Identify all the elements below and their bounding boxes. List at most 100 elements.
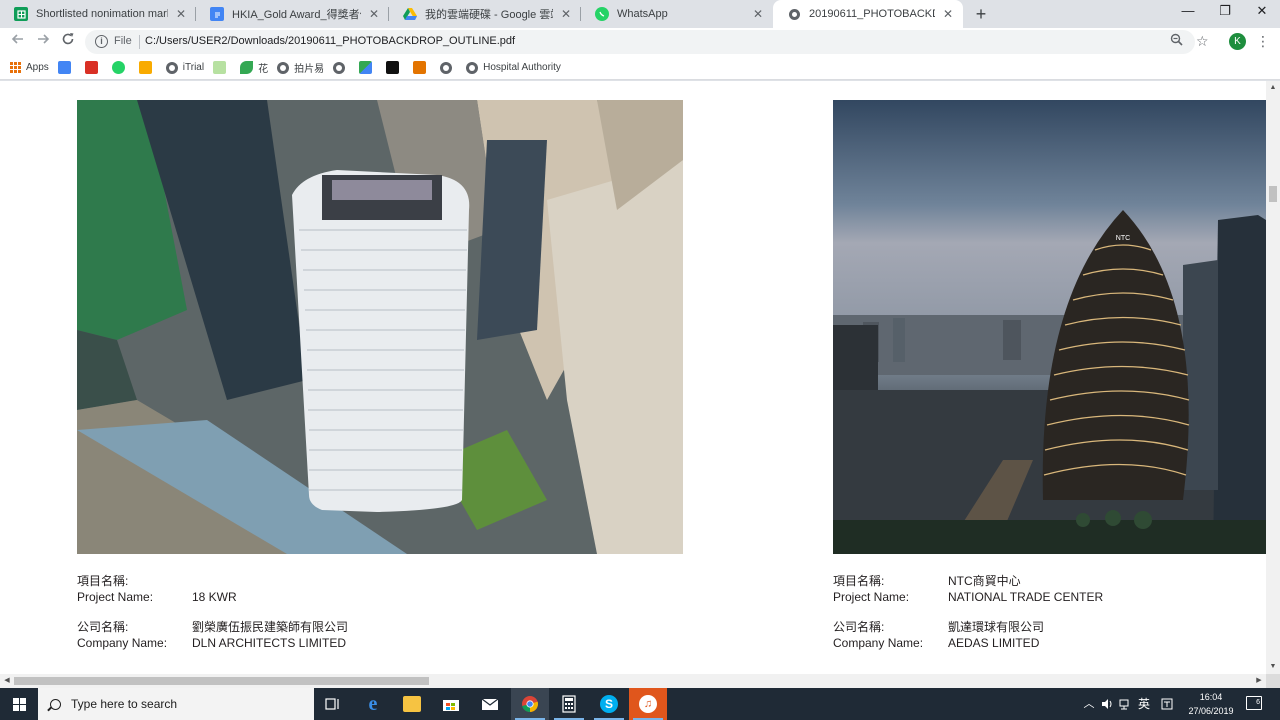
red-bookmark-icon bbox=[84, 61, 98, 74]
vertical-scroll-thumb[interactable] bbox=[1269, 186, 1277, 202]
chrome-button[interactable] bbox=[511, 688, 549, 720]
store-button[interactable] bbox=[432, 688, 470, 720]
clock-date: 27/06/2019 bbox=[1188, 706, 1234, 716]
close-tab-icon[interactable]: ✕ bbox=[941, 7, 955, 21]
windows-logo-icon bbox=[12, 697, 26, 711]
company-name-label-zh: 公司名稱: bbox=[833, 620, 885, 634]
tab-photobackdrop-pdf[interactable]: 20190611_PHOTOBACKDROP_OUTLINE ✕ bbox=[773, 0, 963, 28]
action-center-icon[interactable]: 6 bbox=[1246, 696, 1262, 710]
bookmarks-bar: Apps iTrial 花 拍片易 Hospital Authority bbox=[0, 56, 1280, 80]
tab-strip: Shortlisted nonimation marked w ✕ HKIA_G… bbox=[0, 0, 1280, 28]
pdf-viewer[interactable]: NTC 項目名稱: Project Name: 18 KWR 公司名稱: 劉榮廣… bbox=[0, 81, 1266, 674]
close-tab-icon[interactable]: ✕ bbox=[559, 7, 573, 21]
show-hidden-icons-chevron-icon[interactable]: ︿ bbox=[1080, 688, 1098, 720]
restore-button[interactable]: ❐ bbox=[1207, 0, 1243, 24]
green-dots-icon bbox=[213, 61, 227, 74]
globe-icon bbox=[333, 61, 346, 74]
arrow-right-icon bbox=[38, 34, 50, 44]
bookmark-green-dots[interactable] bbox=[213, 61, 231, 74]
reload-icon bbox=[62, 33, 74, 45]
address-bar[interactable]: i File C:/Users/USER2/Downloads/20190611… bbox=[85, 30, 1195, 54]
tab-hkia-gold-award[interactable]: HKIA_Gold Award_得獎者作品及 ✕ bbox=[196, 0, 389, 28]
notification-count: 6 bbox=[1256, 699, 1260, 706]
bookmark-globe-1[interactable] bbox=[333, 61, 350, 74]
bookmark-maps[interactable] bbox=[359, 61, 377, 74]
google-sheets-icon bbox=[14, 7, 28, 21]
volume-icon[interactable] bbox=[1098, 688, 1116, 720]
calculator-button[interactable] bbox=[550, 688, 588, 720]
profile-avatar[interactable]: K bbox=[1229, 33, 1246, 50]
bookmark-flower[interactable]: 花 bbox=[240, 60, 268, 75]
company-name-label-zh: 公司名稱: bbox=[77, 620, 129, 634]
google-drive-icon bbox=[403, 7, 417, 21]
globe-icon bbox=[165, 61, 178, 74]
reload-button[interactable] bbox=[58, 32, 78, 52]
scroll-left-arrow-icon[interactable]: ◀ bbox=[0, 674, 14, 688]
url-text[interactable]: C:/Users/USER2/Downloads/20190611_PHOTOB… bbox=[145, 35, 515, 47]
mail-button[interactable] bbox=[471, 688, 509, 720]
network-icon[interactable] bbox=[1116, 688, 1134, 720]
minimize-button[interactable]: — bbox=[1170, 0, 1206, 24]
bookmark-globe-2[interactable] bbox=[440, 61, 457, 74]
bookmark-itrial[interactable]: iTrial bbox=[165, 61, 204, 74]
bookmark-paipianyi[interactable]: 拍片易 bbox=[277, 60, 324, 75]
project-name-label-en: Project Name: bbox=[77, 590, 154, 604]
task-view-icon bbox=[325, 698, 339, 710]
building-sign-text: NTC bbox=[1116, 235, 1130, 242]
close-window-button[interactable]: ✕ bbox=[1244, 0, 1280, 24]
skype-button[interactable]: S bbox=[590, 688, 628, 720]
search-icon bbox=[50, 698, 61, 710]
close-tab-icon[interactable]: ✕ bbox=[751, 7, 765, 21]
google-maps-icon bbox=[359, 61, 373, 74]
start-button[interactable] bbox=[0, 688, 38, 720]
bookmark-hospital-authority[interactable]: Hospital Authority bbox=[466, 61, 561, 74]
tab-shortlisted[interactable]: Shortlisted nonimation marked w ✕ bbox=[0, 0, 196, 28]
tab-title: Shortlisted nonimation marked w bbox=[36, 8, 168, 20]
bookmark-whatsapp[interactable] bbox=[111, 61, 130, 74]
info-icon[interactable]: i bbox=[95, 35, 108, 48]
bookmark-oc[interactable] bbox=[386, 61, 404, 74]
chrome-menu-icon[interactable]: ⋮ bbox=[1256, 33, 1270, 49]
orange-book-icon bbox=[413, 61, 427, 74]
close-tab-icon[interactable]: ✕ bbox=[367, 7, 381, 21]
tab-title: 20190611_PHOTOBACKDROP_OUTLINE bbox=[809, 8, 935, 20]
close-tab-icon[interactable]: ✕ bbox=[174, 7, 188, 21]
edge-button[interactable]: e bbox=[354, 688, 392, 720]
scroll-down-arrow-icon[interactable]: ▼ bbox=[1266, 660, 1280, 674]
globe-icon bbox=[277, 61, 290, 74]
bookmark-red[interactable] bbox=[84, 61, 103, 74]
input-method-indicator[interactable]: 英 bbox=[1134, 688, 1154, 720]
bookmark-translate[interactable] bbox=[57, 61, 76, 74]
taskbar-search-box[interactable]: Type here to search bbox=[38, 688, 314, 720]
system-clock[interactable]: 16:04 27/06/2019 bbox=[1183, 690, 1239, 718]
clock-time: 16:04 bbox=[1199, 692, 1223, 702]
scroll-right-arrow-icon[interactable]: ▶ bbox=[1252, 674, 1266, 688]
project-photo-18-kwr bbox=[77, 100, 683, 554]
project-name-label-zh: 項目名稱: bbox=[833, 574, 885, 588]
search-placeholder: Type here to search bbox=[71, 697, 178, 711]
bookmark-orange-book[interactable] bbox=[413, 61, 431, 74]
tab-google-drive[interactable]: 我的雲端硬碟 - Google 雲端硬碟 ✕ bbox=[389, 0, 581, 28]
chrome-icon bbox=[522, 696, 538, 713]
vertical-scrollbar[interactable]: ▲ ▼ bbox=[1266, 81, 1280, 674]
tab-title: WhatsApp bbox=[617, 8, 668, 20]
scroll-up-arrow-icon[interactable]: ▲ bbox=[1266, 81, 1280, 95]
bookmark-apps[interactable]: Apps bbox=[10, 62, 49, 73]
horizontal-scroll-thumb[interactable] bbox=[14, 677, 429, 685]
keyboard-layout-icon[interactable] bbox=[1157, 688, 1177, 720]
itunes-button[interactable]: ♫ bbox=[629, 688, 667, 720]
bookmark-star-icon[interactable]: ☆ bbox=[1196, 33, 1209, 50]
file-explorer-button[interactable] bbox=[393, 688, 431, 720]
bookmark-label: Hospital Authority bbox=[483, 62, 561, 73]
new-tab-button[interactable]: + bbox=[970, 3, 992, 25]
project-name-value-en: NATIONAL TRADE CENTER bbox=[948, 590, 1104, 604]
forward-button[interactable] bbox=[33, 32, 53, 52]
zoom-icon[interactable] bbox=[1170, 33, 1183, 49]
folder-icon bbox=[403, 696, 421, 712]
company-name-value-zh: 劉榮廣伍振民建築師有限公司 bbox=[192, 620, 349, 634]
task-view-button[interactable] bbox=[314, 688, 352, 720]
bookmark-yellow-t[interactable] bbox=[138, 61, 157, 74]
back-button[interactable] bbox=[8, 32, 28, 52]
tab-whatsapp[interactable]: WhatsApp ✕ bbox=[581, 0, 773, 28]
horizontal-scrollbar[interactable]: ◀ ▶ bbox=[0, 674, 1266, 688]
